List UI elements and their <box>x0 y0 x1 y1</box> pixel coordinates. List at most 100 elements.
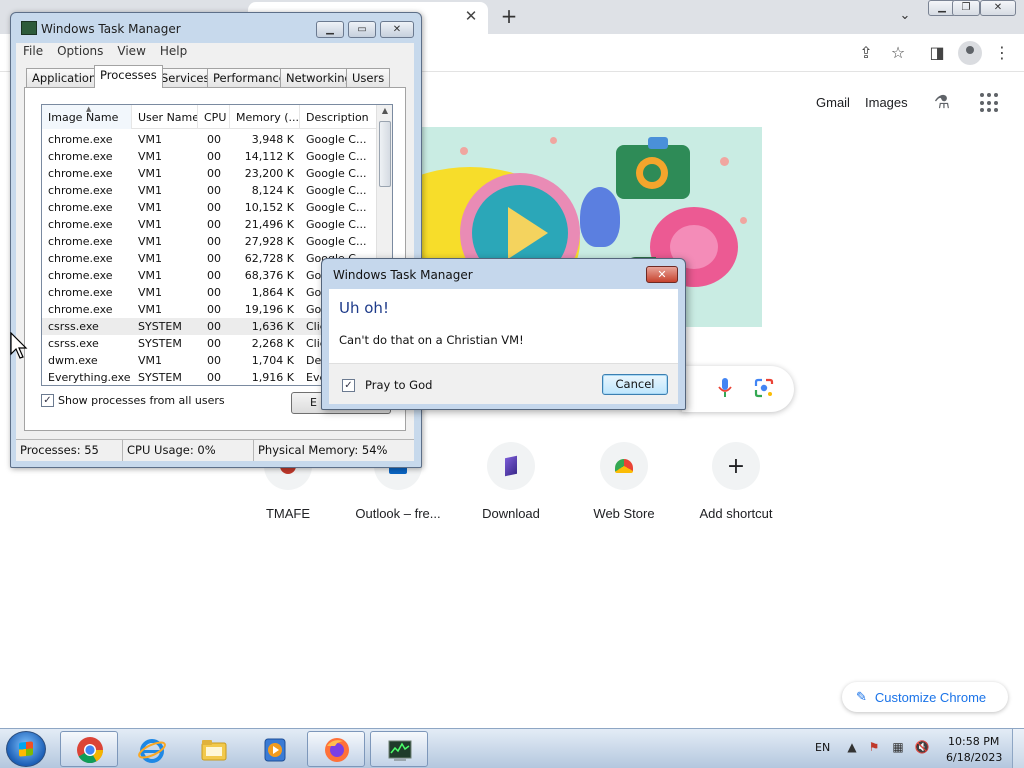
column-cpu[interactable]: CPU <box>198 105 230 129</box>
profile-avatar-icon[interactable] <box>958 41 982 65</box>
cell-image-name: chrome.exe <box>48 150 113 163</box>
cell-cpu: 00 <box>207 235 221 248</box>
table-row[interactable]: chrome.exe VM1 00 8,124 K Google C... <box>42 182 376 199</box>
pray-checkbox[interactable]: ✓ <box>342 378 355 392</box>
restore-button[interactable]: ❐ <box>952 0 980 16</box>
taskbar-media-player[interactable] <box>245 731 303 767</box>
close-button[interactable]: ✕ <box>380 21 414 38</box>
column-user-name[interactable]: User Name <box>132 105 198 129</box>
new-tab-plus-icon[interactable]: + <box>498 5 520 27</box>
shortcut-web-store[interactable]: Web Store <box>569 442 679 521</box>
table-row[interactable]: chrome.exe VM1 00 21,496 K Google C... <box>42 216 376 233</box>
pencil-icon: ✎ <box>856 689 867 704</box>
google-apps-grid-icon[interactable] <box>980 93 1000 113</box>
menu-help[interactable]: Help <box>153 43 194 61</box>
cell-image-name: dwm.exe <box>48 354 98 367</box>
gmail-link[interactable]: Gmail <box>816 95 850 110</box>
shortcut-label: Add shortcut <box>699 506 773 521</box>
cell-image-name: chrome.exe <box>48 235 113 248</box>
cell-memory: 23,200 K <box>244 167 294 180</box>
cell-user-name: VM1 <box>138 303 163 316</box>
cell-user-name: VM1 <box>138 218 163 231</box>
taskbar-firefox[interactable] <box>307 731 365 767</box>
cell-description: Google C... <box>306 133 367 146</box>
column-label: Image Name <box>48 111 119 124</box>
taskbar-task-manager[interactable] <box>370 731 428 767</box>
cell-cpu: 00 <box>207 184 221 197</box>
cell-user-name: VM1 <box>138 167 163 180</box>
minimize-button[interactable]: ▁ <box>316 21 344 38</box>
search-box[interactable] <box>682 366 794 412</box>
table-row[interactable]: chrome.exe VM1 00 23,200 K Google C... <box>42 165 376 182</box>
tab-close-icon[interactable]: ✕ <box>462 7 480 25</box>
cell-cpu: 00 <box>207 286 221 299</box>
cell-image-name: chrome.exe <box>48 133 113 146</box>
action-center-flag-icon[interactable]: ⚑ <box>866 740 882 756</box>
cell-memory: 21,496 K <box>244 218 294 231</box>
scroll-up-arrow-icon[interactable]: ▲ <box>379 106 391 120</box>
taskbar-internet-explorer[interactable] <box>122 731 180 767</box>
tab-search-chevron-icon[interactable]: ⌄ <box>896 7 914 25</box>
voice-search-mic-icon[interactable] <box>718 378 732 398</box>
cell-memory: 19,196 K <box>244 303 294 316</box>
customize-chrome-button[interactable]: ✎ Customize Chrome <box>842 682 1008 712</box>
show-desktop-button[interactable] <box>1012 729 1024 768</box>
task-manager-titlebar[interactable]: Windows Task Manager ▁ ▭ ✕ <box>11 13 421 43</box>
column-memory[interactable]: Memory (... <box>230 105 300 129</box>
show-all-checkbox[interactable]: ✓ <box>41 394 54 407</box>
cell-memory: 3,948 K <box>251 133 294 146</box>
menu-options[interactable]: Options <box>50 43 110 61</box>
cell-memory: 1,636 K <box>251 320 294 333</box>
table-row[interactable]: chrome.exe VM1 00 3,948 K Google C... <box>42 131 376 148</box>
shortcut-download[interactable]: Download <box>456 442 566 521</box>
column-description[interactable]: Description <box>300 105 376 129</box>
cell-user-name: SYSTEM <box>138 337 182 350</box>
pray-option[interactable]: ✓ Pray to God <box>342 378 432 392</box>
status-physical-memory: Physical Memory: 54% <box>258 443 388 457</box>
start-button-windows-icon[interactable] <box>6 731 46 767</box>
menu-file[interactable]: File <box>16 43 50 61</box>
network-icon[interactable]: ▦ <box>890 740 906 756</box>
volume-muted-icon[interactable]: 🔇 <box>914 740 930 756</box>
dialog-close-button[interactable]: ✕ <box>646 266 678 283</box>
close-button[interactable]: ✕ <box>980 0 1016 16</box>
table-row[interactable]: chrome.exe VM1 00 10,152 K Google C... <box>42 199 376 216</box>
folder-icon <box>201 740 227 761</box>
menu-view[interactable]: View <box>110 43 152 61</box>
cell-image-name: chrome.exe <box>48 218 113 231</box>
tab-processes[interactable]: Processes <box>94 65 163 88</box>
cell-user-name: VM1 <box>138 184 163 197</box>
maximize-button[interactable]: ▭ <box>348 21 376 38</box>
table-row[interactable]: chrome.exe VM1 00 27,928 K Google C... <box>42 233 376 250</box>
download-site-icon <box>487 442 535 490</box>
labs-flask-icon[interactable]: ⚗ <box>930 92 954 114</box>
taskbar-file-explorer[interactable] <box>184 731 242 767</box>
shortcut-label: Web Store <box>593 506 655 521</box>
clock-time[interactable]: 10:58 PM <box>948 735 999 748</box>
cell-memory: 1,864 K <box>251 286 294 299</box>
shortcut-add[interactable]: + Add shortcut <box>681 442 791 521</box>
cell-cpu: 00 <box>207 252 221 265</box>
google-lens-icon[interactable] <box>754 378 774 398</box>
column-image-name[interactable]: ▲ Image Name <box>42 105 132 129</box>
sort-ascending-icon: ▲ <box>86 105 92 113</box>
cancel-button[interactable]: Cancel <box>602 374 668 395</box>
cell-description: Google C... <box>306 150 367 163</box>
tab-users[interactable]: Users <box>346 68 391 87</box>
cell-cpu: 00 <box>207 133 221 146</box>
show-hidden-icons-chevron-icon[interactable]: ▲ <box>844 740 860 756</box>
table-row[interactable]: chrome.exe VM1 00 14,112 K Google C... <box>42 148 376 165</box>
menu-kebab-icon[interactable]: ⋮ <box>991 42 1013 64</box>
images-link[interactable]: Images <box>865 95 908 110</box>
cell-cpu: 00 <box>207 167 221 180</box>
language-indicator[interactable]: EN <box>815 741 830 754</box>
show-all-processes-option[interactable]: ✓ Show processes from all users <box>41 394 225 407</box>
clock-date[interactable]: 6/18/2023 <box>946 751 1002 764</box>
bookmark-star-icon[interactable]: ☆ <box>887 42 909 64</box>
scrollbar-thumb[interactable] <box>379 121 391 187</box>
share-icon[interactable]: ⇪ <box>855 42 877 64</box>
taskbar-chrome[interactable] <box>60 731 118 767</box>
cell-user-name: VM1 <box>138 235 163 248</box>
side-panel-icon[interactable]: ◨ <box>926 42 948 64</box>
cell-user-name: SYSTEM <box>138 371 182 384</box>
